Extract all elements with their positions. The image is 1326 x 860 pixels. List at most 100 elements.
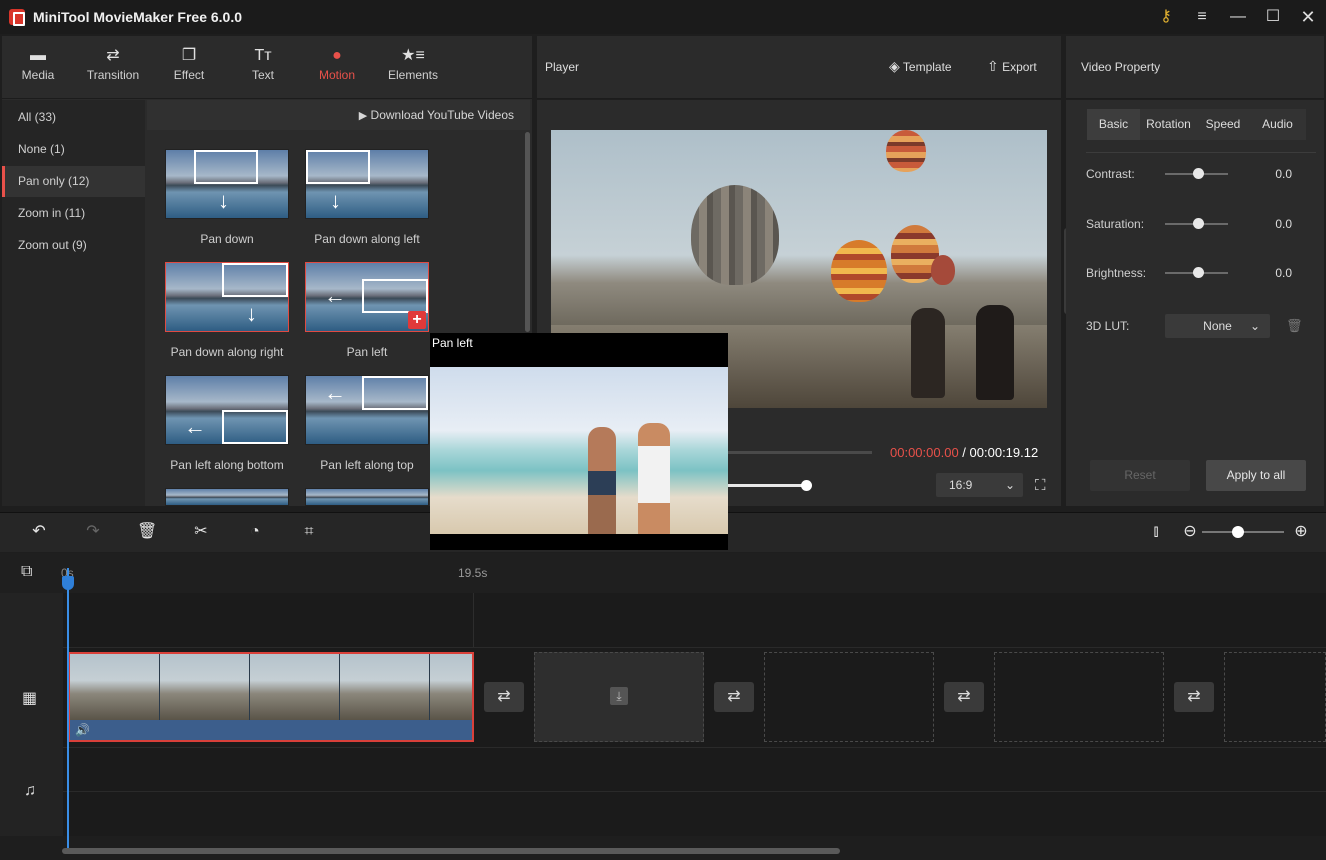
volume-icon[interactable]: 🔊 bbox=[75, 723, 90, 737]
brightness-label: Brightness: bbox=[1086, 266, 1147, 280]
contrast-label: Contrast: bbox=[1086, 167, 1135, 181]
download-youtube-link[interactable]: ▶ Download YouTube Videos bbox=[359, 108, 514, 122]
tab-transition[interactable]: ⇄ Transition bbox=[83, 46, 143, 82]
video-clip[interactable]: 🔊 bbox=[68, 652, 474, 742]
library-scrollbar[interactable] bbox=[525, 132, 530, 332]
tab-rotation[interactable]: Rotation bbox=[1140, 109, 1197, 140]
tab-effect[interactable]: ❐ Effect bbox=[159, 46, 219, 82]
motion-label: Pan left bbox=[346, 345, 388, 359]
property-title: Video Property bbox=[1081, 60, 1161, 74]
motion-thumb[interactable] bbox=[305, 488, 429, 506]
tab-basic[interactable]: Basic bbox=[1087, 109, 1140, 140]
delete-icon[interactable]: 🗑 bbox=[1286, 318, 1303, 334]
fullscreen-icon[interactable]: ⛶ bbox=[1035, 477, 1046, 494]
tab-media[interactable]: ▬ Media bbox=[8, 46, 68, 82]
split-icon[interactable]: ✂ bbox=[191, 522, 211, 542]
video-track-icon: ▦ bbox=[22, 690, 38, 707]
crop-icon[interactable]: ⌗ bbox=[299, 522, 319, 542]
transition-slot-button[interactable]: ⇄ bbox=[1174, 682, 1214, 712]
empty-clip-slot[interactable] bbox=[764, 652, 934, 742]
tab-label: Text bbox=[251, 68, 274, 82]
player-header: Player ◈ Template ⇧ Export bbox=[537, 36, 1061, 99]
contrast-knob[interactable] bbox=[1193, 168, 1204, 179]
transition-slot-button[interactable]: ⇄ bbox=[484, 682, 524, 712]
arrow-left-icon: ← bbox=[324, 283, 346, 308]
text-icon: Tт bbox=[254, 47, 272, 64]
motion-label: Pan down along right bbox=[170, 345, 284, 359]
playhead[interactable] bbox=[67, 568, 69, 848]
zoom-knob[interactable] bbox=[1232, 526, 1244, 538]
app-title: MiniTool MovieMaker Free 6.0.0 bbox=[33, 9, 243, 25]
category-none[interactable]: None (1) bbox=[2, 134, 145, 165]
tab-text[interactable]: Tт Text bbox=[233, 46, 293, 82]
drop-icon: ⤓ bbox=[610, 687, 628, 705]
ruler-mark: 19.5s bbox=[458, 566, 488, 580]
elements-icon: ★≡ bbox=[401, 47, 425, 64]
playhead-handle[interactable] bbox=[62, 576, 74, 590]
layers-icon: ◈ bbox=[889, 58, 900, 74]
chevron-down-icon: ⌄ bbox=[1249, 319, 1260, 333]
progress-track[interactable] bbox=[728, 451, 872, 454]
close-icon[interactable]: ✕ bbox=[1296, 6, 1320, 28]
volume-knob[interactable] bbox=[801, 480, 812, 491]
motion-thumb-pan-left[interactable]: ← + bbox=[305, 262, 429, 332]
property-body bbox=[1066, 100, 1324, 506]
template-button[interactable]: ◈ Template bbox=[889, 58, 952, 75]
folder-icon: ▬ bbox=[30, 47, 46, 64]
motion-icon: ● bbox=[332, 47, 342, 64]
fit-timeline-icon[interactable]: ⫾ bbox=[1146, 522, 1166, 542]
category-zoom-in[interactable]: Zoom in (11) bbox=[2, 198, 145, 229]
volume-track[interactable] bbox=[728, 484, 808, 487]
brightness-knob[interactable] bbox=[1193, 267, 1204, 278]
marker-line bbox=[473, 593, 474, 647]
motion-thumb[interactable] bbox=[165, 488, 289, 506]
empty-clip-slot[interactable]: ⤓ bbox=[534, 652, 704, 742]
speed-icon[interactable]: ◔ bbox=[245, 522, 265, 542]
motion-thumb-pan-left-along-bottom[interactable]: ← bbox=[165, 375, 289, 445]
delete-icon[interactable]: 🗑 bbox=[137, 522, 157, 542]
tab-motion[interactable]: ● Motion bbox=[307, 46, 367, 82]
tab-elements[interactable]: ★≡ Elements bbox=[383, 46, 443, 82]
category-all[interactable]: All (33) bbox=[2, 102, 145, 133]
category-pan-only[interactable]: Pan only (12) bbox=[2, 166, 145, 197]
lut-select[interactable]: None ⌄ bbox=[1165, 314, 1270, 338]
arrow-down-icon: ↓ bbox=[218, 188, 229, 213]
player-title: Player bbox=[545, 60, 580, 74]
motion-thumb-pan-down-along-left[interactable]: ↓ bbox=[305, 149, 429, 219]
arrow-left-icon: ← bbox=[184, 414, 206, 439]
undo-icon[interactable]: ↶ bbox=[29, 522, 49, 542]
transition-slot-button[interactable]: ⇄ bbox=[944, 682, 984, 712]
zoom-out-icon[interactable]: ⊖ bbox=[1180, 522, 1200, 542]
add-track-icon[interactable]: ⧉ bbox=[21, 563, 32, 581]
zoom-in-icon[interactable]: ⊕ bbox=[1291, 522, 1311, 542]
motion-thumb-pan-down[interactable]: ↓ bbox=[165, 149, 289, 219]
category-zoom-out[interactable]: Zoom out (9) bbox=[2, 230, 145, 261]
empty-clip-slot[interactable] bbox=[994, 652, 1164, 742]
popup-preview-image bbox=[430, 367, 728, 534]
key-icon[interactable]: ⚷ bbox=[1154, 6, 1178, 28]
minimize-icon[interactable]: — bbox=[1226, 6, 1250, 28]
saturation-knob[interactable] bbox=[1193, 218, 1204, 229]
time-total: 00:00:19.12 bbox=[969, 445, 1039, 460]
tab-audio[interactable]: Audio bbox=[1249, 109, 1306, 140]
motion-preview-popup: Pan left bbox=[430, 333, 728, 550]
motion-thumb-pan-left-along-top[interactable]: ← bbox=[305, 375, 429, 445]
export-button[interactable]: ⇧ Export bbox=[987, 58, 1037, 75]
reset-button[interactable]: Reset bbox=[1090, 460, 1190, 491]
apply-to-all-button[interactable]: Apply to all bbox=[1206, 460, 1306, 491]
saturation-label: Saturation: bbox=[1086, 217, 1145, 231]
redo-icon[interactable]: ↷ bbox=[83, 522, 103, 542]
maximize-icon[interactable]: ☐ bbox=[1261, 6, 1285, 28]
transition-slot-button[interactable]: ⇄ bbox=[714, 682, 754, 712]
tab-speed[interactable]: Speed bbox=[1197, 109, 1249, 140]
chevron-down-icon: ⌄ bbox=[1004, 478, 1015, 492]
timeline-scrollbar[interactable] bbox=[62, 848, 840, 854]
motion-thumb-pan-down-along-right[interactable]: ↓ bbox=[165, 262, 289, 332]
lut-label: 3D LUT: bbox=[1086, 319, 1130, 333]
time-display: 00:00:00.00 / 00:00:19.12 bbox=[890, 445, 1039, 460]
empty-clip-slot[interactable] bbox=[1224, 652, 1326, 742]
add-icon[interactable]: + bbox=[408, 311, 426, 329]
menu-icon[interactable]: ≡ bbox=[1190, 6, 1214, 28]
aspect-ratio-select[interactable]: 16:9 ⌄ bbox=[936, 473, 1023, 497]
contrast-value: 0.0 bbox=[1275, 167, 1292, 181]
